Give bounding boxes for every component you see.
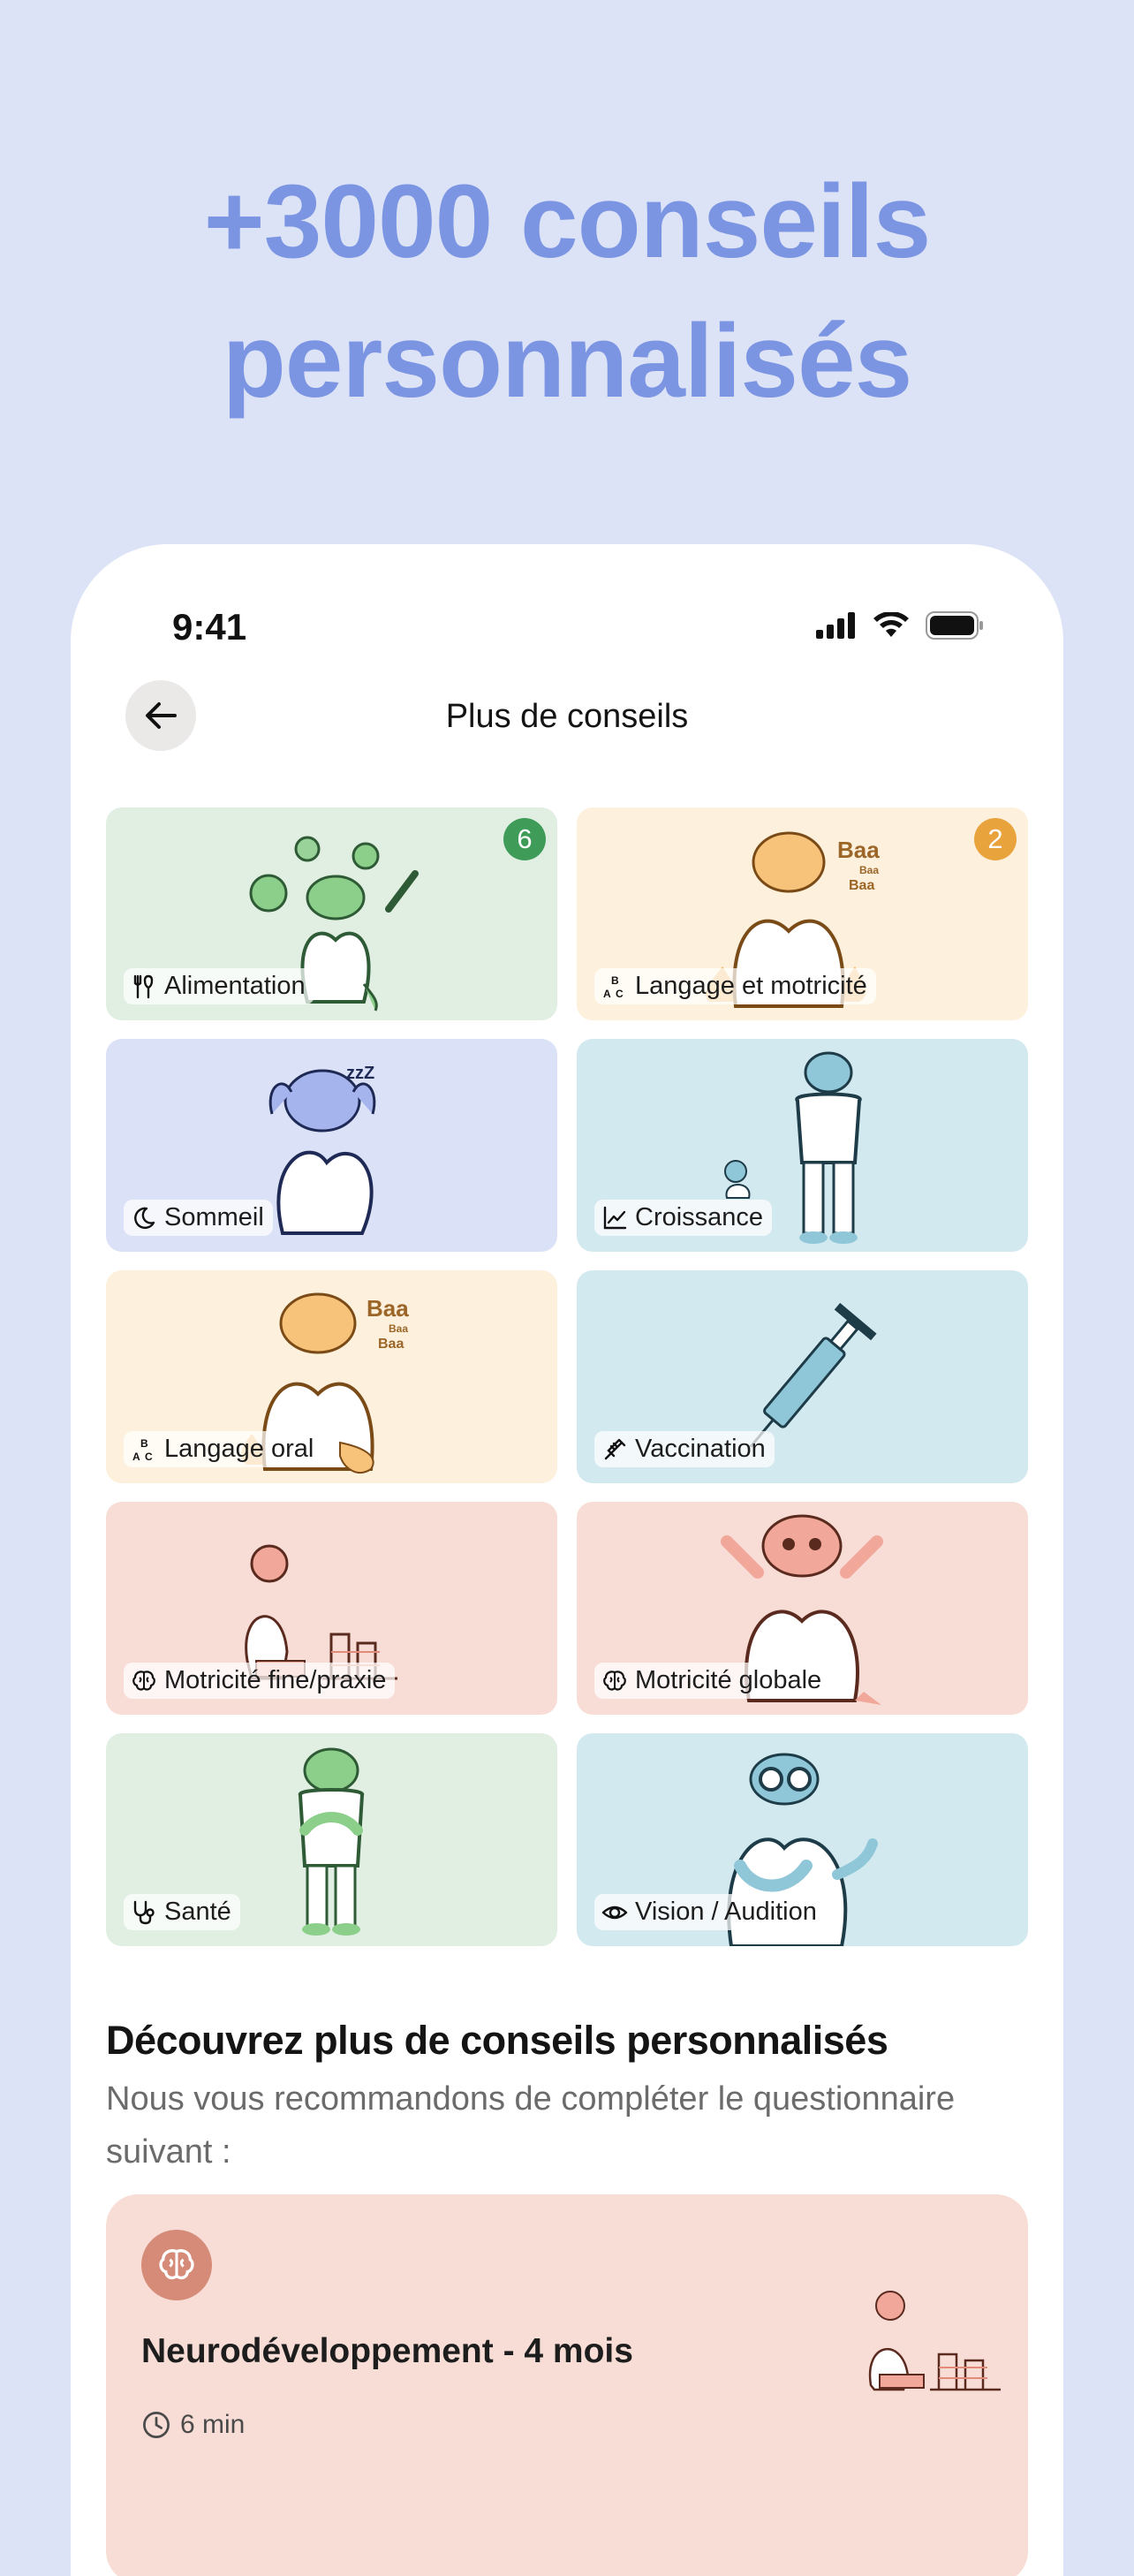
- stethoscope-icon: [133, 1900, 155, 1924]
- category-grid: 6 Alimentation Baa Baa Baa 2 B A C Langa…: [106, 807, 1028, 1946]
- clock-icon: [143, 2412, 170, 2438]
- page-title: Plus de conseils: [445, 698, 689, 735]
- abc-icon: B A C: [132, 1437, 153, 1463]
- moon-icon: [134, 1207, 155, 1229]
- questionnaire-title: Neurodéveloppement - 4 mois: [141, 2332, 633, 2370]
- cellular-signal-icon: [816, 612, 855, 639]
- headline: +3000 conseils personnalisés: [0, 152, 1134, 431]
- cutlery-icon: [133, 974, 154, 998]
- brain-icon: [132, 1670, 155, 1691]
- svg-text:Baa: Baa: [849, 878, 874, 893]
- nav-bar: Plus de conseils: [71, 664, 1063, 770]
- headline-line-2: personnalisés: [222, 303, 913, 420]
- count-badge: 6: [503, 818, 546, 860]
- questionnaire-duration: 6 min: [141, 2410, 245, 2440]
- svg-text:C: C: [145, 1451, 153, 1463]
- discover-subtitle: Nous vous recommandons de compléter le q…: [106, 2080, 956, 2171]
- category-card-vaccination[interactable]: Vaccination: [577, 1270, 1028, 1483]
- questionnaire-icon-badge: [141, 2230, 212, 2300]
- category-label: Santé: [164, 1898, 231, 1926]
- count-badge: 2: [974, 818, 1017, 860]
- svg-text:A: A: [132, 1451, 140, 1463]
- category-card-motricite-globale[interactable]: Motricité globale: [577, 1502, 1028, 1715]
- category-label: Motricité globale: [635, 1666, 822, 1694]
- brain-icon: [603, 1670, 626, 1691]
- brain-icon: [159, 2249, 194, 2280]
- chart-line-icon: [603, 1206, 627, 1229]
- wifi-icon: [873, 612, 909, 637]
- category-label: Langage et motricité: [635, 972, 867, 1000]
- category-label: Vaccination: [635, 1435, 766, 1463]
- questionnaire-card[interactable]: Neurodéveloppement - 4 mois 6 min: [106, 2194, 1028, 2576]
- category-card-vision-audition[interactable]: Vision / Audition: [577, 1733, 1028, 1946]
- category-card-sommeil[interactable]: zzZ Sommeil: [106, 1039, 557, 1252]
- svg-text:A: A: [603, 988, 611, 1000]
- category-label: Croissance: [635, 1203, 764, 1231]
- status-bar: 9:41: [71, 576, 1063, 648]
- category-card-sante[interactable]: Santé: [106, 1733, 557, 1946]
- svg-text:Baa: Baa: [378, 1337, 404, 1352]
- category-card-motricite-fine[interactable]: Motricité fine/praxie: [106, 1502, 557, 1715]
- svg-text:Baa: Baa: [367, 1295, 409, 1322]
- status-time: 9:41: [172, 606, 247, 648]
- svg-text:Baa: Baa: [389, 1322, 408, 1335]
- svg-text:C: C: [616, 988, 624, 1000]
- svg-text:Baa: Baa: [837, 837, 880, 863]
- category-label: Alimentation: [164, 972, 306, 1000]
- category-label: Langage oral: [164, 1435, 314, 1463]
- syringe-icon: [604, 1438, 626, 1459]
- abc-icon: B A C: [603, 974, 624, 1000]
- category-card-langage-oral[interactable]: Baa Baa Baa B A C Langage oral: [106, 1270, 557, 1483]
- category-label: Motricité fine/praxie: [164, 1666, 387, 1694]
- svg-text:B: B: [140, 1437, 148, 1450]
- duration-text: 6 min: [180, 2410, 246, 2439]
- questionnaire-illustration: [868, 2291, 1001, 2391]
- category-card-alimentation[interactable]: 6 Alimentation: [106, 807, 557, 1020]
- battery-icon: [926, 611, 983, 640]
- discover-title: Découvrez plus de conseils personnalisés: [106, 2018, 888, 2063]
- eye-icon: [601, 1905, 628, 1919]
- category-card-langage-et-motricite[interactable]: Baa Baa Baa 2 B A C Langage et motricité: [577, 807, 1028, 1020]
- category-card-croissance[interactable]: Croissance: [577, 1039, 1028, 1252]
- category-label: Vision / Audition: [635, 1898, 817, 1926]
- svg-text:Baa: Baa: [859, 864, 879, 876]
- svg-text:zzZ: zzZ: [346, 1064, 374, 1083]
- phone-screen: 9:41 Plus de conseils 6 Alimentation Baa…: [71, 544, 1063, 2576]
- svg-text:B: B: [611, 974, 619, 987]
- category-label: Sommeil: [164, 1203, 264, 1231]
- headline-line-1: +3000 conseils: [203, 163, 931, 280]
